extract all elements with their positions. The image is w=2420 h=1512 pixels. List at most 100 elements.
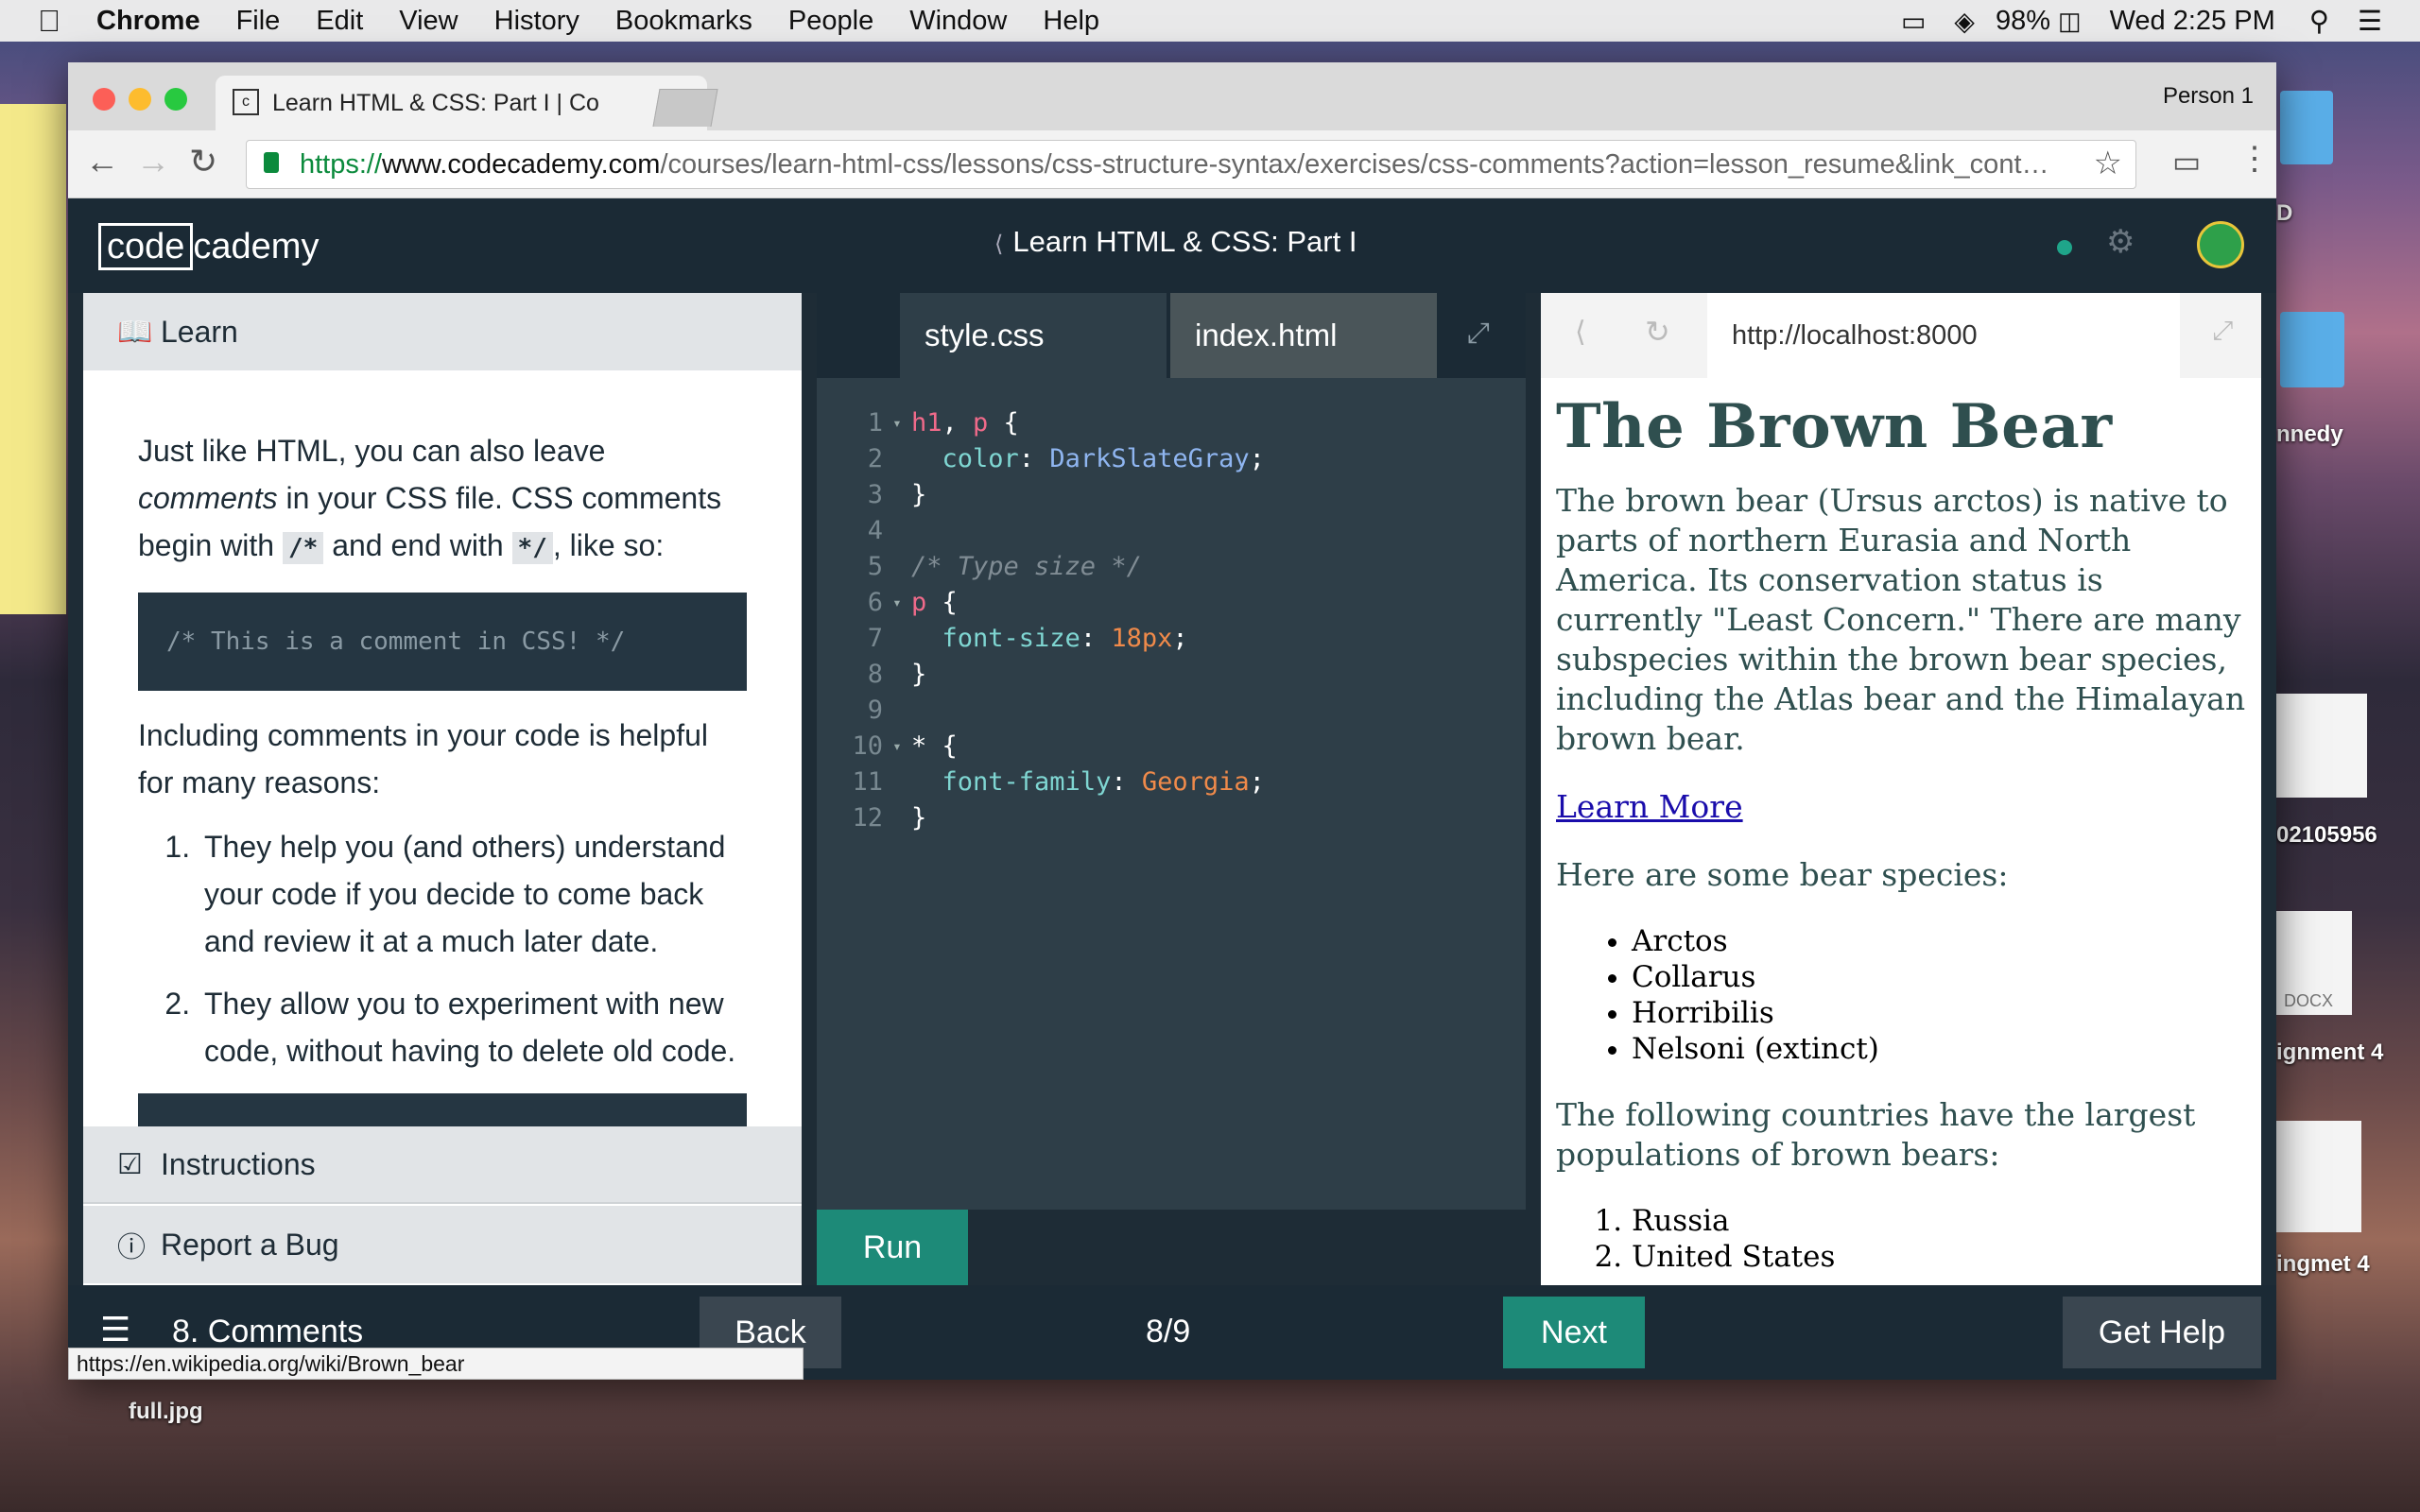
- battery-icon[interactable]: ◫: [2058, 7, 2082, 36]
- zoom-window-button[interactable]: [164, 88, 187, 111]
- apple-icon[interactable]: : [38, 4, 60, 39]
- bell-icon[interactable]: ⚙: [2106, 223, 2135, 261]
- airplay-icon[interactable]: ▭: [1901, 6, 1926, 37]
- get-help-button[interactable]: Get Help: [2063, 1297, 2261, 1368]
- menu-window[interactable]: Window: [909, 6, 1007, 37]
- course-title: Learn HTML & CSS: Part I: [1012, 225, 1357, 258]
- next-button[interactable]: Next: [1503, 1297, 1645, 1368]
- address-bar[interactable]: https://www.codecademy.com/courses/learn…: [246, 140, 2136, 189]
- logo-code: code: [98, 223, 194, 270]
- code-token: ,: [942, 407, 974, 438]
- folder-icon[interactable]: [2280, 91, 2333, 164]
- bookmark-star-icon[interactable]: ☆: [2094, 145, 2122, 182]
- code-line[interactable]: 9: [817, 692, 1526, 728]
- page-title: The Brown Bear: [1556, 391, 2113, 462]
- line-number: 7: [867, 623, 883, 653]
- code-lines[interactable]: 1 ▾ h1, p {2 color: DarkSlateGray; 3} 4 5/* T…: [817, 404, 1526, 835]
- code-token: h1: [911, 407, 942, 438]
- menu-help[interactable]: Help: [1043, 6, 1099, 37]
- lesson-label[interactable]: 8. Comments: [172, 1314, 363, 1350]
- code-line[interactable]: 8}: [817, 656, 1526, 692]
- course-title-link[interactable]: ⟨ Learn HTML & CSS: Part I: [994, 225, 1357, 259]
- battery-percent: 98%: [1995, 5, 2050, 36]
- back-arrow-icon[interactable]: ←: [85, 142, 119, 181]
- run-bar: Run: [817, 1210, 1526, 1285]
- code-token: 18px: [1111, 623, 1173, 653]
- code-line[interactable]: 6 ▾ p {: [817, 584, 1526, 620]
- code-line[interactable]: 11 font-family: Georgia;: [817, 764, 1526, 799]
- countries-list: Russia United States: [1556, 1203, 2256, 1275]
- list-item: Arctos: [1632, 923, 2256, 959]
- forward-arrow-icon[interactable]: →: [136, 142, 170, 181]
- line-number: 9: [867, 695, 883, 725]
- chrome-window: c Learn HTML & CSS: Part I | Co ✕ Person…: [68, 62, 2276, 1380]
- run-button[interactable]: Run: [817, 1210, 968, 1285]
- code-token: font-size: [942, 623, 1080, 653]
- code-token: ;: [1249, 443, 1265, 473]
- learn-more-link[interactable]: Learn More: [1556, 788, 1743, 825]
- line-number: 4: [867, 515, 883, 545]
- logo-cademy: cademy: [193, 226, 320, 266]
- code-line[interactable]: 10 ▾ * {: [817, 728, 1526, 764]
- clock[interactable]: Wed 2:25 PM: [2110, 6, 2275, 37]
- desktop-file-label[interactable]: D: [2276, 200, 2292, 227]
- desktop-file-label[interactable]: ignment 4: [2276, 1040, 2383, 1066]
- desktop-file-label[interactable]: full.jpg: [129, 1399, 203, 1425]
- preview-url[interactable]: http://localhost:8000: [1707, 293, 2180, 378]
- chrome-menu-icon[interactable]: ⋮: [2238, 140, 2271, 178]
- code-token: Georgia: [1141, 766, 1250, 797]
- menu-icon[interactable]: ☰: [100, 1310, 130, 1349]
- chevron-left-icon[interactable]: ⟨: [1575, 316, 1586, 349]
- codecademy-logo[interactable]: code cademy: [98, 221, 319, 272]
- fold-arrow-icon[interactable]: ▾: [883, 593, 911, 611]
- menu-bookmarks[interactable]: Bookmarks: [615, 6, 752, 37]
- code-line[interactable]: 4: [817, 512, 1526, 548]
- expand-icon[interactable]: ⤢: [2212, 316, 2233, 347]
- menu-view[interactable]: View: [399, 6, 458, 37]
- codecademy-app: code cademy ⟨ Learn HTML & CSS: Part I ⚙ 📖…: [68, 198, 2276, 1380]
- cast-icon[interactable]: ▭: [2172, 144, 2201, 180]
- report-bug-tab[interactable]: ⓘ Report a Bug: [83, 1206, 802, 1283]
- new-tab-button[interactable]: [652, 89, 718, 127]
- menu-edit[interactable]: Edit: [316, 6, 363, 37]
- instructions-tab[interactable]: ☑ Instructions: [83, 1126, 802, 1204]
- spotlight-search-icon[interactable]: ⚲: [2309, 5, 2329, 38]
- notification-center-icon[interactable]: ☰: [2358, 5, 2382, 38]
- document-icon[interactable]: [2276, 1121, 2361, 1232]
- browser-tab[interactable]: c Learn HTML & CSS: Part I | Co ✕: [216, 76, 707, 130]
- desktop-file-label[interactable]: nnedy: [2276, 421, 2343, 448]
- code-token: :: [1080, 623, 1112, 653]
- desktop-file-label[interactable]: ingmet 4: [2276, 1251, 2370, 1278]
- menu-people[interactable]: People: [788, 6, 873, 37]
- code-line[interactable]: 12}: [817, 799, 1526, 835]
- desktop-file-label[interactable]: 02105956: [2276, 822, 2377, 849]
- menu-history[interactable]: History: [494, 6, 579, 37]
- expand-icon[interactable]: ⤢: [1467, 318, 1490, 350]
- lesson-panel: 📖 Learn Just like HTML, you can also lea…: [83, 293, 802, 1285]
- profile-name[interactable]: Person 1: [2163, 83, 2254, 110]
- code-line[interactable]: 7 font-size: 18px;: [817, 620, 1526, 656]
- close-window-button[interactable]: [93, 88, 115, 111]
- minimize-window-button[interactable]: [129, 88, 151, 111]
- document-icon[interactable]: [2276, 694, 2367, 798]
- tab-index-html[interactable]: index.html: [1170, 293, 1437, 378]
- folder-icon[interactable]: [2280, 312, 2344, 387]
- reload-icon[interactable]: ↻: [1645, 314, 1670, 350]
- menu-file[interactable]: File: [236, 6, 281, 37]
- code-line[interactable]: 3}: [817, 476, 1526, 512]
- wifi-icon[interactable]: ◈: [1954, 6, 1975, 37]
- tab-style-css[interactable]: style.css: [900, 293, 1167, 378]
- code-line[interactable]: 2 color: DarkSlateGray;: [817, 440, 1526, 476]
- fold-arrow-icon[interactable]: ▾: [883, 414, 911, 432]
- menu-app-name[interactable]: Chrome: [96, 6, 200, 37]
- learn-more-paragraph: Learn More: [1556, 787, 2256, 827]
- code-editor: style.css index.html ⤢ 1 ▾ h1, p {2 color:…: [817, 293, 1526, 1285]
- reload-icon[interactable]: ↻: [189, 142, 217, 181]
- docx-file-icon[interactable]: DOCX: [2276, 911, 2352, 1015]
- code-line[interactable]: 5 /* Type size */: [817, 548, 1526, 584]
- code-line[interactable]: 1 ▾ h1, p {: [817, 404, 1526, 440]
- fold-arrow-icon[interactable]: ▾: [883, 737, 911, 755]
- avatar[interactable]: [2197, 221, 2244, 268]
- list-item: Russia: [1632, 1203, 2256, 1239]
- learn-tab[interactable]: 📖 Learn: [83, 293, 802, 370]
